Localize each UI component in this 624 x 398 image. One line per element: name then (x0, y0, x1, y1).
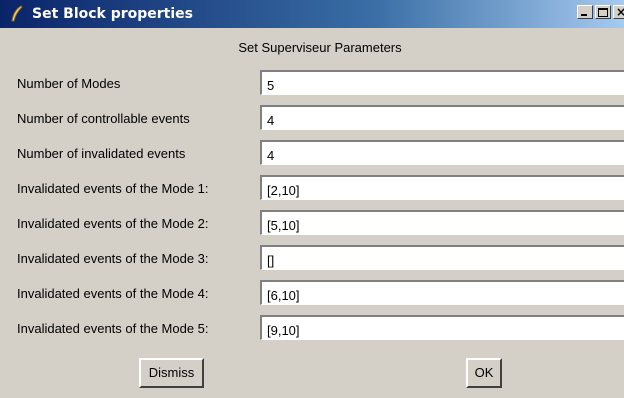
dialog-heading: Set Superviseur Parameters (238, 40, 402, 55)
field-row-invalidated-events: Number of invalidated events (0, 140, 624, 168)
mode-5-events-input[interactable] (260, 315, 624, 340)
minimize-icon[interactable] (577, 5, 593, 19)
dialog-window: Set Block properties × Set Superviseur P… (0, 0, 624, 398)
title-bar[interactable]: Set Block properties × (0, 0, 624, 28)
controllable-events-input[interactable] (260, 105, 624, 130)
ok-button[interactable]: OK (466, 358, 502, 388)
maximize-icon[interactable] (595, 5, 611, 19)
window-controls: × (577, 5, 624, 19)
field-row-mode-4: Invalidated events of the Mode 4: (0, 280, 624, 308)
field-row-controllable-events: Number of controllable events (0, 105, 624, 133)
mode-4-events-input[interactable] (260, 280, 624, 305)
dismiss-button[interactable]: Dismiss (139, 358, 204, 388)
field-label: Number of controllable events (17, 111, 190, 126)
field-label: Invalidated events of the Mode 3: (17, 251, 209, 266)
feather-icon (6, 3, 28, 25)
field-row-mode-2: Invalidated events of the Mode 2: (0, 210, 624, 238)
number-of-modes-input[interactable] (260, 70, 624, 95)
field-label: Invalidated events of the Mode 2: (17, 216, 209, 231)
field-row-mode-5: Invalidated events of the Mode 5: (0, 315, 624, 343)
field-label: Invalidated events of the Mode 4: (17, 286, 209, 301)
invalidated-events-input[interactable] (260, 140, 624, 165)
field-label: Invalidated events of the Mode 5: (17, 321, 209, 336)
mode-1-events-input[interactable] (260, 175, 624, 200)
mode-3-events-input[interactable] (260, 245, 624, 270)
field-row-number-of-modes: Number of Modes (0, 70, 624, 98)
field-label: Number of invalidated events (17, 146, 186, 161)
field-row-mode-1: Invalidated events of the Mode 1: (0, 175, 624, 203)
field-label: Number of Modes (17, 76, 121, 91)
mode-2-events-input[interactable] (260, 210, 624, 235)
field-label: Invalidated events of the Mode 1: (17, 181, 209, 196)
field-row-mode-3: Invalidated events of the Mode 3: (0, 245, 624, 273)
close-icon[interactable]: × (613, 5, 624, 19)
window-title: Set Block properties (32, 6, 193, 22)
